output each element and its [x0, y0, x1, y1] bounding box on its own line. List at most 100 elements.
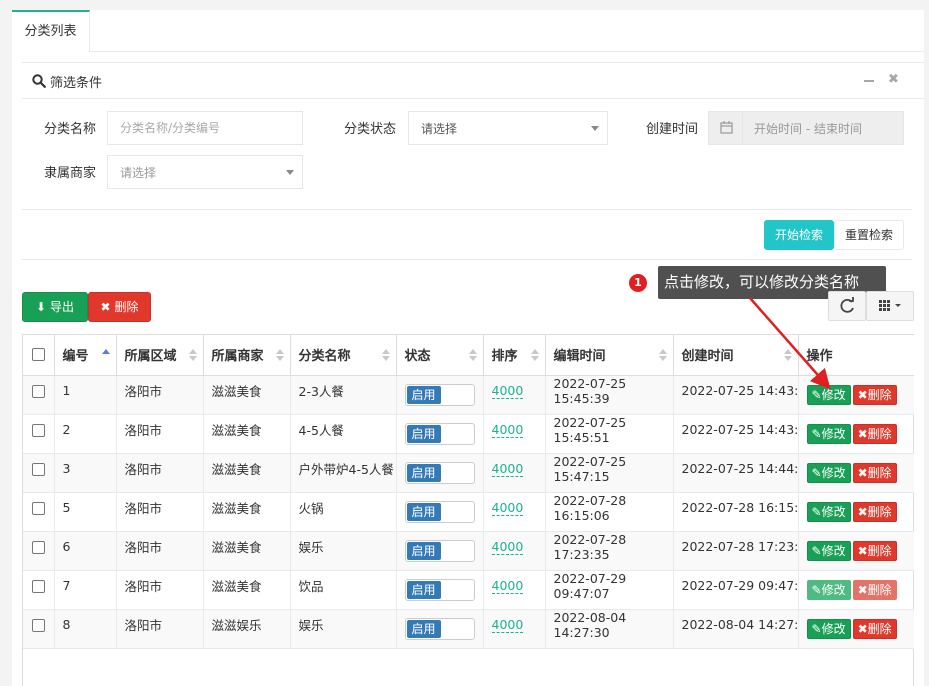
delete-button[interactable]: ✖删除	[852, 618, 897, 639]
cell-name: 2-3人餐	[290, 375, 397, 415]
filter-title: 筛选条件	[50, 76, 103, 91]
sort-editable[interactable]: 4000	[491, 500, 524, 516]
sort-editable[interactable]: 4000	[491, 578, 524, 594]
row-checkbox[interactable]	[32, 502, 45, 515]
status-select[interactable]: 请选择	[408, 111, 608, 145]
delete-label: 删除	[867, 621, 892, 636]
select-all-checkbox[interactable]	[32, 348, 45, 362]
column-header-id[interactable]: 编号	[54, 335, 117, 376]
column-header-sort[interactable]: 排序	[483, 335, 546, 376]
cell-actions: ✎修改 ✖删除	[798, 570, 914, 610]
column-header-edited[interactable]: 编辑时间	[545, 335, 674, 376]
status-toggle-label: 启用	[406, 424, 441, 443]
column-header-merchant[interactable]: 所属商家	[203, 335, 291, 376]
cell-edited: 2022-07-29 09:47:07	[545, 570, 674, 610]
status-toggle[interactable]: 启用	[404, 422, 475, 445]
select-all-cell	[23, 335, 55, 376]
edit-button[interactable]: ✎修改	[806, 579, 851, 600]
edit-button[interactable]: ✎修改	[806, 540, 851, 561]
table-row: 6 洛阳市 滋滋美食 娱乐 启用 4000 2022-07-28 17:23:35 2022-…	[23, 531, 914, 571]
tab-category-list[interactable]: 分类列表	[12, 10, 90, 52]
row-select-cell	[23, 609, 55, 649]
sort-icon	[381, 349, 390, 361]
row-checkbox[interactable]	[32, 619, 45, 632]
pointer-arrow-icon	[749, 297, 831, 390]
status-toggle[interactable]: 启用	[404, 617, 475, 640]
cell-edited: 2022-07-25 15:47:15	[545, 453, 674, 493]
close-icon[interactable]: ✖	[888, 72, 899, 87]
cell-status: 启用	[396, 609, 484, 649]
edit-label: 修改	[821, 582, 846, 597]
bulk-delete-button[interactable]: ✖ 删除	[88, 292, 151, 322]
column-header-name[interactable]: 分类名称	[290, 335, 397, 376]
table-row: 7 洛阳市 滋滋美食 饮品 启用 4000 2022-07-29 09:47:07 2022-…	[23, 570, 914, 610]
cell-name: 4-5人餐	[290, 414, 397, 454]
status-toggle[interactable]: 启用	[404, 500, 475, 523]
row-checkbox[interactable]	[32, 541, 45, 554]
edit-icon: ✎	[811, 504, 822, 519]
edit-icon: ✎	[811, 426, 822, 441]
sort-editable[interactable]: 4000	[491, 383, 524, 399]
edit-button[interactable]: ✎修改	[806, 462, 851, 483]
edit-label: 修改	[821, 465, 846, 480]
cell-sort: 4000	[483, 570, 546, 610]
delete-label: 删除	[867, 582, 892, 597]
close-icon: ✖	[100, 300, 111, 314]
column-header-region[interactable]: 所属区域	[116, 335, 204, 376]
cell-region: 洛阳市	[116, 453, 204, 493]
edit-button[interactable]: ✎修改	[806, 423, 851, 444]
cell-id: 7	[54, 570, 117, 610]
delete-button[interactable]: ✖删除	[852, 579, 897, 600]
delete-label: 删除	[867, 465, 892, 480]
table-row: 5 洛阳市 滋滋美食 火锅 启用 4000 2022-07-28 16:15:06 2022-…	[23, 492, 914, 532]
collapse-icon[interactable]	[864, 80, 874, 82]
row-checkbox[interactable]	[32, 580, 45, 593]
status-toggle[interactable]: 启用	[404, 383, 475, 406]
columns-button[interactable]	[866, 291, 914, 321]
delete-label: 删除	[867, 426, 892, 441]
status-toggle[interactable]: 启用	[404, 539, 475, 562]
search-icon	[32, 74, 46, 88]
name-input[interactable]	[107, 111, 303, 145]
tab-bar: 分类列表	[12, 10, 924, 52]
download-icon: ⬇	[36, 300, 47, 314]
sort-icon	[530, 349, 539, 361]
cell-sort: 4000	[483, 531, 546, 571]
chevron-down-icon	[591, 126, 599, 131]
status-toggle[interactable]: 启用	[404, 461, 475, 484]
row-select-cell	[23, 570, 55, 610]
merchant-select[interactable]: 请选择	[107, 155, 303, 189]
delete-button[interactable]: ✖删除	[852, 501, 897, 522]
delete-button[interactable]: ✖删除	[852, 462, 897, 483]
cell-actions: ✎修改 ✖删除	[798, 609, 914, 649]
edit-icon: ✎	[811, 621, 822, 636]
search-button[interactable]: 开始检索	[764, 220, 834, 250]
sort-editable[interactable]: 4000	[491, 422, 524, 438]
cell-id: 6	[54, 531, 117, 571]
sort-icon	[275, 349, 284, 361]
cell-name: 户外带炉4-5人餐	[290, 453, 397, 493]
cell-id: 1	[54, 375, 117, 415]
row-checkbox[interactable]	[32, 463, 45, 476]
cell-region: 洛阳市	[116, 375, 204, 415]
sort-editable[interactable]: 4000	[491, 461, 524, 477]
created-date-range[interactable]: 开始时间 - 结束时间	[708, 111, 904, 145]
reset-button[interactable]: 重置检索	[834, 220, 904, 250]
edit-label: 修改	[821, 504, 846, 519]
delete-button[interactable]: ✖删除	[852, 384, 897, 405]
sort-editable[interactable]: 4000	[491, 539, 524, 555]
cell-edited: 2022-07-28 16:15:06	[545, 492, 674, 532]
edit-button[interactable]: ✎修改	[806, 618, 851, 639]
delete-button[interactable]: ✖删除	[852, 540, 897, 561]
row-checkbox[interactable]	[32, 424, 45, 437]
delete-button[interactable]: ✖删除	[852, 423, 897, 444]
edit-label: 修改	[821, 543, 846, 558]
status-toggle[interactable]: 启用	[404, 578, 475, 601]
sort-editable[interactable]: 4000	[491, 617, 524, 633]
export-button[interactable]: ⬇ 导出	[22, 292, 88, 322]
column-header-status[interactable]: 状态	[396, 335, 484, 376]
edit-button[interactable]: ✎修改	[806, 501, 851, 522]
edit-icon: ✎	[811, 582, 822, 597]
row-checkbox[interactable]	[32, 385, 45, 398]
cell-region: 洛阳市	[116, 609, 204, 649]
